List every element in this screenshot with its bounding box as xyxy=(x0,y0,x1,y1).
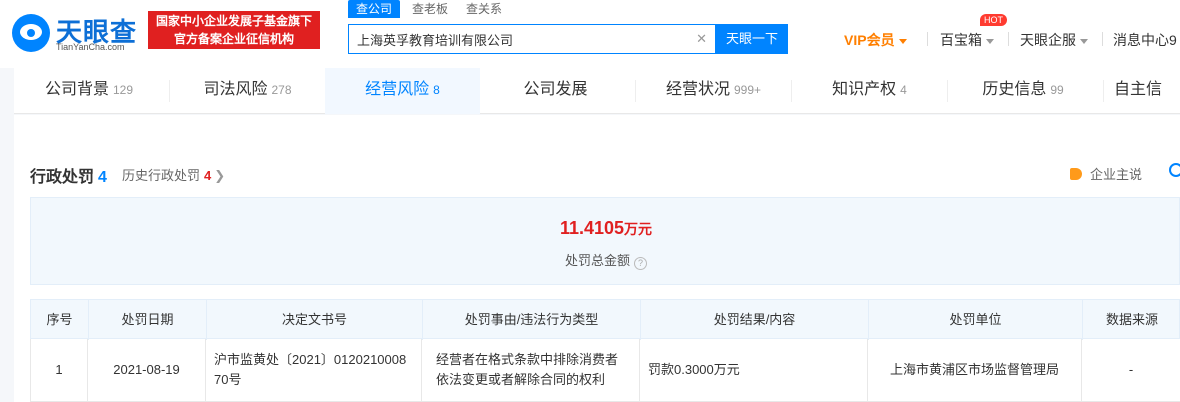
module-tabbar: 公司背景 129 司法风险 278 经营风险 8 公司发展 经营状况 999+ 知识产权… xyxy=(14,68,1180,114)
section-title: 行政处罚 4 xyxy=(30,163,107,187)
baibaoxiang-menu[interactable]: 百宝箱 xyxy=(940,30,994,50)
cell-reason: 经营者在格式条款中排除消费者依法变更或者解除合同的权利 xyxy=(422,339,640,401)
more-icon[interactable] xyxy=(1169,163,1180,177)
divider xyxy=(927,32,928,46)
total-amount-value: 11.4105 xyxy=(559,218,625,238)
search-box: ✕ xyxy=(348,24,716,54)
tab-label: 历史信息 xyxy=(982,81,1047,98)
cell-source: - xyxy=(1128,362,1134,377)
clear-icon[interactable]: ✕ xyxy=(696,31,707,47)
penalty-table: 序号 处罚日期 决定文书号 处罚事由/违法行为类型 处罚结果/内容 处罚单位 数… xyxy=(30,299,1180,402)
chevron-down-icon xyxy=(898,38,907,44)
tab-label: 公司背景 xyxy=(44,81,109,98)
cell-doc-no: 沪市监黄处〔2021〕012021000870号 xyxy=(206,339,422,401)
col-result: 处罚结果/内容 xyxy=(641,300,869,340)
cell-date: 2021-08-19 xyxy=(88,339,206,401)
tab-judicial-risk[interactable]: 司法风险 278 xyxy=(170,68,325,114)
tab-company-development[interactable]: 公司发展 xyxy=(480,68,635,114)
search-button[interactable]: 天眼一下 xyxy=(716,24,788,54)
col-unit: 处罚单位 xyxy=(869,300,1083,340)
tab-label: 司法风险 xyxy=(203,81,268,98)
baibaoxiang-label: 百宝箱 xyxy=(940,32,982,48)
col-reason: 处罚事由/违法行为类型 xyxy=(423,300,641,340)
tab-count: 999+ xyxy=(733,83,762,97)
search-tab-relation[interactable]: 查关系 xyxy=(466,0,502,18)
logo[interactable]: 天眼查 TianYanCha.com xyxy=(12,10,140,52)
search-tab-boss[interactable]: 查老板 xyxy=(412,0,448,18)
table-row: 1 2021-08-19 沪市监黄处〔2021〕012021000870号 经营… xyxy=(30,339,1180,402)
tab-label: 自主信 xyxy=(1114,81,1163,98)
enterprise-label: 天眼企服 xyxy=(1020,32,1076,48)
col-date: 处罚日期 xyxy=(89,300,207,340)
history-penalty-link[interactable]: 历史行政处罚 4 ❯ xyxy=(122,165,225,184)
table-header: 序号 处罚日期 决定文书号 处罚事由/违法行为类型 处罚结果/内容 处罚单位 数… xyxy=(30,299,1180,340)
history-count: 4 xyxy=(204,168,212,183)
tab-label: 经营状况 xyxy=(665,81,730,98)
tab-operation-risk[interactable]: 经营风险 8 xyxy=(325,68,480,114)
slogan-line-2: 官方备案企业征信机构 xyxy=(173,32,294,46)
cell-index: 1 xyxy=(31,339,88,401)
enterprise-menu[interactable]: 天眼企服 xyxy=(1020,30,1088,50)
search-tab-company[interactable]: 查公司 xyxy=(348,0,401,18)
total-amount-label-row: 处罚总金额? xyxy=(31,250,1180,270)
tab-count: 278 xyxy=(271,83,292,97)
tab-count: 8 xyxy=(433,83,440,97)
divider xyxy=(1008,32,1009,46)
speaker-icon xyxy=(1070,168,1082,180)
slogan-banner: 国家中小企业发展子基金旗下 官方备案企业征信机构 xyxy=(148,11,320,49)
section-count: 4 xyxy=(98,169,107,186)
cell-unit: 上海市黄浦区市场监督管理局 xyxy=(868,339,1082,401)
vip-menu[interactable]: VIP会员 xyxy=(844,30,907,50)
owner-says-label: 企业主说 xyxy=(1090,167,1143,182)
owner-says-button[interactable]: 企业主说 xyxy=(1070,164,1142,183)
divider xyxy=(1102,32,1103,46)
tab-self-info[interactable]: 自主信 xyxy=(1114,68,1180,114)
tab-label: 知识产权 xyxy=(832,81,897,98)
tab-history-info[interactable]: 历史信息 99 xyxy=(948,68,1098,114)
penalty-summary: 11.4105万元 处罚总金额? xyxy=(30,197,1180,285)
total-amount: 11.4105万元 xyxy=(31,218,1180,239)
tab-count: 129 xyxy=(112,83,134,97)
top-header: 天眼查 TianYanCha.com 国家中小企业发展子基金旗下 官方备案企业征… xyxy=(0,0,1180,68)
tab-company-background[interactable]: 公司背景 129 xyxy=(14,68,164,114)
logo-subtext: TianYanCha.com xyxy=(56,42,125,52)
tab-intellectual-property[interactable]: 知识产权 4 xyxy=(792,68,947,114)
slogan-line-1: 国家中小企业发展子基金旗下 xyxy=(155,14,312,28)
hot-badge: HOT xyxy=(980,14,1007,26)
tab-count: 4 xyxy=(900,83,907,97)
col-source: 数据来源 xyxy=(1105,312,1158,327)
message-center[interactable]: 消息中心9 xyxy=(1113,30,1177,50)
tab-count: 99 xyxy=(1050,83,1064,97)
search-input[interactable] xyxy=(357,25,687,53)
chevron-down-icon xyxy=(1080,38,1088,44)
help-icon[interactable]: ? xyxy=(634,257,647,270)
eye-logo-icon xyxy=(12,14,50,52)
col-index: 序号 xyxy=(31,300,89,340)
chevron-right-icon: ❯ xyxy=(214,168,226,183)
divider xyxy=(1103,80,1104,102)
total-amount-unit: 万元 xyxy=(624,221,653,237)
tab-label: 公司发展 xyxy=(523,81,588,98)
cell-result: 罚款0.3000万元 xyxy=(640,339,868,401)
tab-operation-status[interactable]: 经营状况 999+ xyxy=(636,68,791,114)
history-label: 历史行政处罚 xyxy=(122,168,201,183)
vip-label: VIP会员 xyxy=(844,32,895,48)
tab-label: 经营风险 xyxy=(365,81,430,98)
chevron-down-icon xyxy=(986,38,994,44)
total-amount-label: 处罚总金额 xyxy=(564,253,630,268)
content-panel: 行政处罚 4 历史行政处罚 4 ❯ 企业主说 11.4105万元 处罚总金额? 序号 … xyxy=(14,115,1180,402)
col-doc-no: 决定文书号 xyxy=(207,300,423,340)
section-title-text: 行政处罚 xyxy=(30,169,95,186)
